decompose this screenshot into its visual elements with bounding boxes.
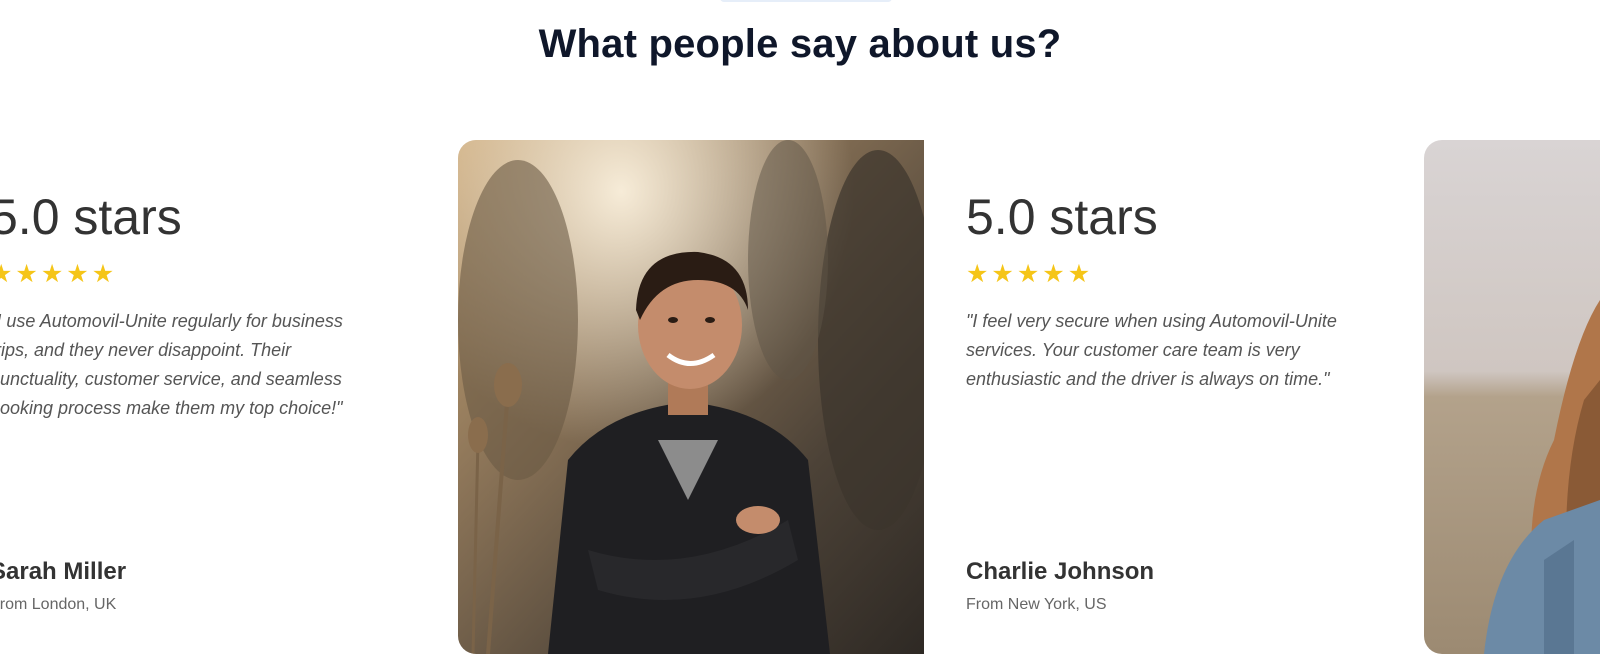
- reviewer-location: From London, UK: [0, 596, 117, 613]
- star-icon: ★: [1042, 260, 1065, 288]
- star-icon: ★: [1067, 260, 1091, 288]
- reviewer-name: Charlie Johnson: [966, 558, 1155, 585]
- portrait-photo-icon: [1424, 140, 1600, 654]
- section-tag-pill: [720, 0, 892, 2]
- star-icon: ★: [66, 260, 89, 288]
- testimonials-section: What people say about us? 5.0 stars ★ ★ …: [0, 0, 1600, 669]
- rating-value: 5.0 stars: [0, 189, 182, 245]
- testimonial-card-sarah: 5.0 stars ★ ★ ★ ★ ★ "I use Automovil-Uni…: [0, 180, 390, 613]
- reviewer-location: From New York, US: [966, 596, 1107, 613]
- star-rating: ★ ★ ★ ★ ★: [0, 262, 390, 287]
- testimonial-quote: "I use Automovil-Unite regularly for bus…: [0, 311, 343, 418]
- reviewer-photo: [458, 140, 924, 654]
- testimonial-card-charlie: 5.0 stars ★ ★ ★ ★ ★ "I feel very secure …: [966, 180, 1366, 613]
- portrait-photo-icon: [458, 140, 924, 654]
- star-icon: ★: [91, 260, 115, 288]
- star-icon: ★: [966, 260, 989, 288]
- reviewer-name: Sarah Miller: [0, 558, 127, 585]
- star-icon: ★: [15, 260, 38, 288]
- section-title: What people say about us?: [538, 22, 1062, 66]
- reviewer-photo-next: [1424, 140, 1600, 654]
- star-icon: ★: [0, 260, 13, 288]
- rating-value: 5.0 stars: [966, 189, 1158, 245]
- star-icon: ★: [991, 260, 1014, 288]
- testimonial-quote: "I feel very secure when using Automovil…: [966, 311, 1337, 389]
- star-icon: ★: [1016, 260, 1040, 288]
- star-icon: ★: [40, 260, 64, 288]
- star-rating: ★ ★ ★ ★ ★: [966, 262, 1366, 287]
